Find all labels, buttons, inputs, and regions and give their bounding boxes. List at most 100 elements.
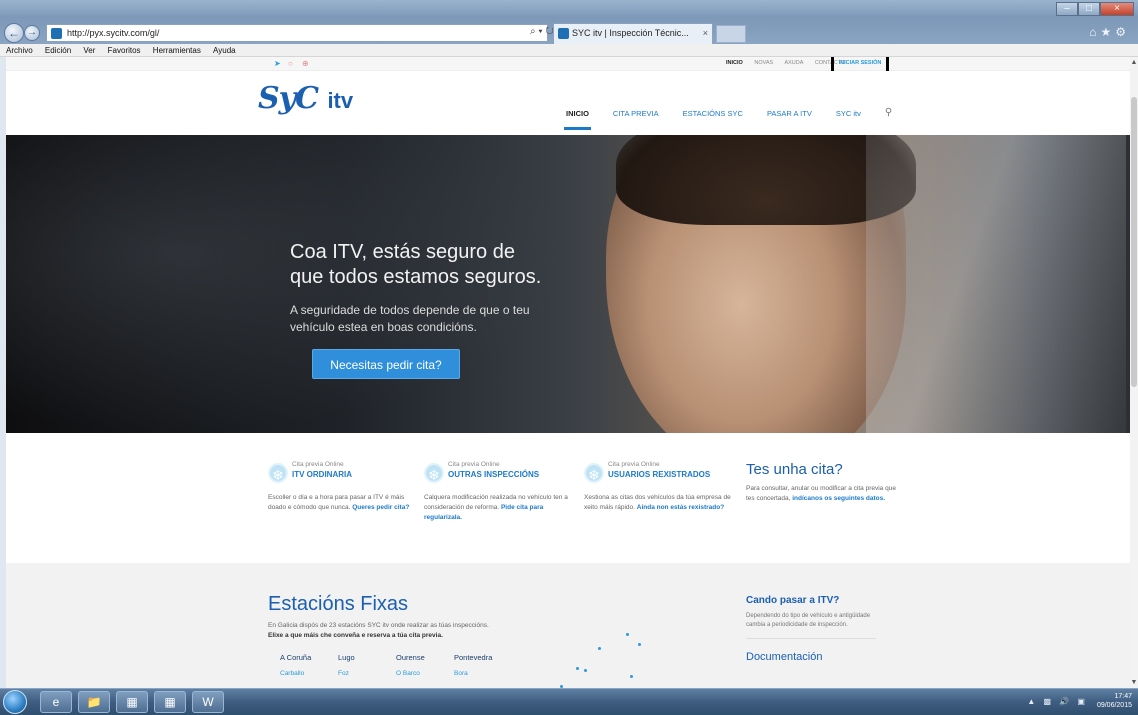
hero-banner: Coa ITV, estás seguro de que todos estam… xyxy=(6,135,1130,433)
url-text: http://pyx.sycitv.com/gl/ xyxy=(67,28,160,38)
galicia-map[interactable] xyxy=(546,623,686,688)
cita-link[interactable]: indícanos os seguintes datos. xyxy=(792,495,885,502)
side-title[interactable]: Cando pasar a ITV? xyxy=(746,595,876,606)
nav-cita-previa[interactable]: CITA PREVIA xyxy=(613,109,659,135)
province-lugo: Lugo Foz xyxy=(338,653,396,677)
new-tab-button[interactable] xyxy=(716,25,746,43)
site-favicon-icon xyxy=(51,28,62,39)
snowflake-icon: ❄ xyxy=(424,463,444,483)
syc-itv-logo[interactable]: SyC itv xyxy=(258,81,353,116)
scroll-down-icon[interactable]: ▼ xyxy=(1130,679,1138,686)
browser-titlebar: – □ × ← → http://pyx.sycitv.com/gl/ ⌕ ▾ … xyxy=(0,0,1138,44)
googleplus-icon[interactable]: ○ xyxy=(288,59,293,68)
card-subtitle: Cita previa Online xyxy=(608,461,660,468)
card-title[interactable]: ITV ORDINARIA xyxy=(292,470,352,479)
close-window-button[interactable]: × xyxy=(1100,2,1134,16)
menu-bar: Archivo Edición Ver Favoritos Herramient… xyxy=(0,44,1138,57)
menu-ayuda[interactable]: Ayuda xyxy=(213,46,236,55)
stations-intro: En Galicia dispós de 23 estacións SYC it… xyxy=(268,622,489,639)
province-ourense: Ourense O Barco xyxy=(396,653,454,677)
map-station-dot[interactable] xyxy=(598,647,601,650)
word-taskbar-icon[interactable]: W xyxy=(192,691,224,713)
toplink-inicio[interactable]: INICIO xyxy=(726,60,743,66)
stations-section: Estacións Fixas En Galicia dispós de 23 … xyxy=(6,563,1130,688)
toplink-novas[interactable]: NOVAS xyxy=(754,60,773,66)
request-appointment-button[interactable]: Necesitas pedir cita? xyxy=(312,349,460,379)
logo-sub: itv xyxy=(327,88,354,113)
menu-archivo[interactable]: Archivo xyxy=(6,46,33,55)
app-taskbar-icon[interactable]: ▦ xyxy=(154,691,186,713)
card-title[interactable]: USUARIOS REXISTRADOS xyxy=(608,470,710,479)
map-station-dot[interactable] xyxy=(626,633,629,636)
search-icon[interactable]: ⚲ xyxy=(885,107,892,135)
browser-tools-icons[interactable]: ⌂★⚙ xyxy=(1089,25,1130,39)
menu-edicion[interactable]: Edición xyxy=(45,46,71,55)
card-desc: Xestiona as citas dos vehículos da túa e… xyxy=(584,494,731,511)
tab-close-icon[interactable]: × xyxy=(703,24,708,43)
hero-text: A seguridade de todos depende de que o t… xyxy=(290,303,530,334)
station-link[interactable]: O Barco xyxy=(396,670,454,677)
forward-button[interactable]: → xyxy=(24,25,40,41)
toplink-axuda[interactable]: AXUDA xyxy=(784,60,803,66)
back-button[interactable]: ← xyxy=(4,23,24,43)
app-taskbar-icon[interactable]: ▦ xyxy=(116,691,148,713)
station-link[interactable]: Bora xyxy=(454,670,512,677)
station-link[interactable]: Foz xyxy=(338,670,396,677)
province-pontevedra: Pontevedra Bora xyxy=(454,653,512,677)
map-station-dot[interactable] xyxy=(576,667,579,670)
explorer-taskbar-icon[interactable]: 📁 xyxy=(78,691,110,713)
pinterest-icon[interactable]: ⊕ xyxy=(302,59,309,68)
hero-title-line2: que todos estamos seguros. xyxy=(290,266,542,288)
itv-info-sidebar: Cando pasar a ITV? Dependendo do tipo de… xyxy=(746,595,876,663)
tab-title: SYC itv | Inspección Técnic... xyxy=(572,28,689,38)
search-refresh-controls[interactable]: ⌕ ▾ ↻ xyxy=(530,26,554,37)
twitter-icon[interactable]: ➤ xyxy=(274,59,281,68)
nav-pasar-itv[interactable]: PASAR A ITV xyxy=(767,109,812,135)
map-station-dot[interactable] xyxy=(584,669,587,672)
maximize-button[interactable]: □ xyxy=(1078,2,1100,16)
window-controls: – □ × xyxy=(1056,2,1134,16)
hero-title-line1: Coa ITV, estás seguro de xyxy=(290,241,515,263)
province-a-coruna: A Coruña Carballo xyxy=(280,653,338,677)
nav-inicio[interactable]: INICIO xyxy=(564,109,591,135)
card-link[interactable]: Queres pedir cita? xyxy=(352,504,409,511)
card-link[interactable]: Ainda non estás rexistrado? xyxy=(637,504,724,511)
station-link[interactable]: Carballo xyxy=(280,670,338,677)
hero-title: Coa ITV, estás seguro de que todos estam… xyxy=(290,240,620,290)
nav-estacions[interactable]: ESTACIÓNS SYC xyxy=(683,109,743,135)
documentation-link[interactable]: Documentación xyxy=(746,651,876,663)
appointment-lookup: Tes unha cita? Para consultar, anular ou… xyxy=(746,461,896,504)
snowflake-icon: ❄ xyxy=(584,463,604,483)
clock-time: 17:47 xyxy=(1114,693,1132,700)
scrollbar-thumb[interactable] xyxy=(1131,97,1137,387)
card-subtitle: Cita previa Online xyxy=(448,461,500,468)
clock-date: 09/06/2015 xyxy=(1096,702,1132,709)
site-topbar: ➤ ○ ⊕ INICIO NOVAS AXUDA CONTACTO INICIA… xyxy=(6,57,1130,75)
hero-car-window-image xyxy=(866,135,1126,433)
minimize-button[interactable]: – xyxy=(1056,2,1078,16)
windows-taskbar: e 📁 ▦ ▦ W ▲ ▩ 🔊 ▣ 17:47 09/06/2015 xyxy=(0,688,1138,715)
start-button[interactable] xyxy=(3,690,27,714)
nav-syc-itv[interactable]: SYC itv xyxy=(836,109,861,135)
stations-title: Estacións Fixas xyxy=(268,593,409,615)
menu-herramientas[interactable]: Herramientas xyxy=(153,46,201,55)
system-tray-icons[interactable]: ▲ ▩ 🔊 ▣ xyxy=(1027,697,1088,706)
browser-tab[interactable]: SYC itv | Inspección Técnic... × xyxy=(553,23,713,44)
scroll-up-icon[interactable]: ▲ xyxy=(1130,59,1138,66)
site-header: SyC itv INICIO CITA PREVIA ESTACIÓNS SYC… xyxy=(6,71,1130,135)
tab-favicon-icon xyxy=(558,28,569,39)
map-station-dot[interactable] xyxy=(638,643,641,646)
card-desc: Calquera modificación realizada no vehíc… xyxy=(424,494,568,521)
menu-favoritos[interactable]: Favoritos xyxy=(108,46,141,55)
provinces-list: A Coruña Carballo Lugo Foz Ourense O Bar… xyxy=(280,653,512,677)
card-title[interactable]: OUTRAS INSPECCIÓNS xyxy=(448,470,539,479)
address-bar[interactable]: http://pyx.sycitv.com/gl/ xyxy=(46,24,548,42)
map-station-dot[interactable] xyxy=(630,675,633,678)
side-desc: Dependendo do tipo de vehículo e antigüi… xyxy=(746,613,871,628)
page-scrollbar[interactable]: ▲ ▼ xyxy=(1130,57,1138,688)
snowflake-icon: ❄ xyxy=(268,463,288,483)
main-nav: INICIO CITA PREVIA ESTACIÓNS SYC PASAR A… xyxy=(564,107,892,135)
clock[interactable]: 17:47 09/06/2015 xyxy=(1097,692,1132,710)
ie-taskbar-icon[interactable]: e xyxy=(40,691,72,713)
menu-ver[interactable]: Ver xyxy=(83,46,95,55)
